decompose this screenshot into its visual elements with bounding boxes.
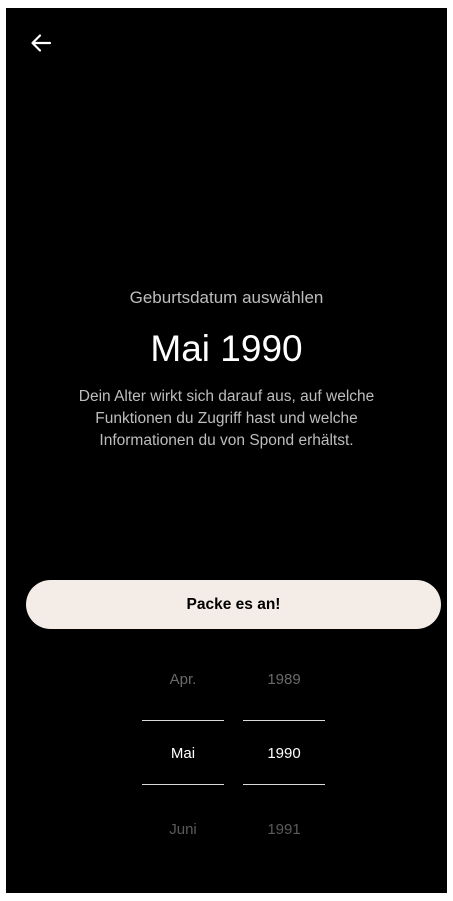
month-option-prev[interactable]: Apr. (142, 671, 224, 688)
selection-divider (142, 784, 224, 785)
selection-divider (243, 784, 325, 785)
year-picker-column[interactable]: 1989 1990 1991 (243, 653, 325, 853)
month-option-next[interactable]: Juni (142, 821, 224, 838)
date-picker: Apr. Mai Juni 1989 1990 1991 (6, 653, 447, 853)
age-info-text: Dein Alter wirkt sich darauf aus, auf we… (78, 388, 375, 449)
selected-date-title: Mai 1990 (150, 328, 303, 369)
app-screen: Geburtsdatum auswählen Mai 1990 Dein Alt… (6, 8, 447, 893)
month-picker-column[interactable]: Apr. Mai Juni (142, 653, 224, 853)
selection-divider (243, 720, 325, 721)
arrow-left-icon (31, 34, 52, 52)
year-option-prev[interactable]: 1989 (243, 671, 325, 688)
continue-button[interactable]: Packe es an! (26, 580, 441, 629)
selection-divider (142, 720, 224, 721)
year-option-selected[interactable]: 1990 (243, 745, 325, 762)
month-option-selected[interactable]: Mai (142, 745, 224, 762)
year-option-next[interactable]: 1991 (243, 821, 325, 838)
page-subtitle: Geburtsdatum auswählen (129, 288, 324, 307)
back-button[interactable] (26, 28, 56, 58)
